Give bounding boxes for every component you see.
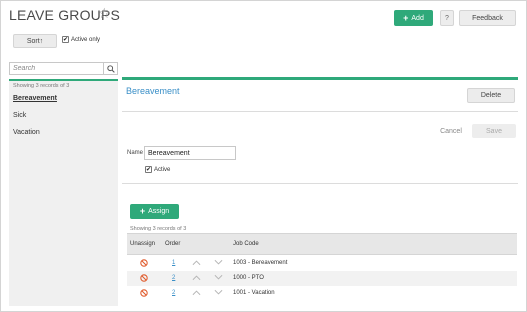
- cancel-button[interactable]: Cancel: [437, 124, 465, 138]
- active-checkbox[interactable]: ✔: [145, 166, 152, 173]
- chevron-down-icon[interactable]: [214, 274, 223, 281]
- table-header: Unassign Order Job Code: [127, 233, 517, 255]
- detail-accent-bar: [122, 77, 518, 80]
- chevron-up-icon[interactable]: [192, 259, 201, 266]
- search-input[interactable]: [10, 63, 104, 74]
- column-header-unassign: Unassign: [130, 241, 156, 247]
- assigned-records-count: Showing 3 records of 3: [130, 226, 187, 232]
- active-label: Active: [154, 166, 171, 173]
- search-icon[interactable]: [103, 63, 117, 74]
- active-only-checkbox[interactable]: ✔: [62, 36, 69, 43]
- help-button[interactable]: ?: [440, 10, 454, 26]
- assign-button-label: Assign: [148, 208, 170, 215]
- sort-button[interactable]: Sort↑: [13, 34, 57, 48]
- active-only-label: Active only: [71, 36, 101, 43]
- order-link[interactable]: 2: [172, 275, 175, 281]
- active-toggle[interactable]: ✔ Active: [145, 166, 170, 173]
- active-only-toggle[interactable]: ✔ Active only: [62, 36, 100, 43]
- column-header-order: Order: [165, 241, 181, 247]
- column-header-job-code: Job Code: [233, 241, 259, 247]
- ban-icon[interactable]: [140, 274, 148, 282]
- job-code-cell: 1001 - Vacation: [233, 290, 275, 296]
- list-item-sick[interactable]: Sick: [13, 112, 26, 119]
- table-row: 2 1001 - Vacation: [127, 286, 517, 301]
- plus-icon: +: [403, 12, 409, 23]
- ban-icon[interactable]: [140, 289, 148, 297]
- add-button[interactable]: + Add: [394, 10, 433, 26]
- records-count: Showing 3 records of 3: [13, 83, 70, 89]
- list-item-bereavement[interactable]: Bereavement: [13, 95, 57, 102]
- job-code-cell: 1000 - PTO: [233, 275, 264, 281]
- divider: [122, 111, 518, 112]
- name-field[interactable]: [144, 146, 236, 160]
- detail-title: Bereavement: [126, 86, 180, 96]
- list-item-vacation[interactable]: Vacation: [13, 129, 40, 136]
- delete-button[interactable]: Delete: [467, 88, 515, 103]
- feedback-button[interactable]: Feedback: [459, 10, 516, 26]
- order-link[interactable]: 1: [172, 260, 175, 266]
- divider: [122, 183, 518, 184]
- plus-icon: +: [139, 206, 146, 216]
- star-outline-icon[interactable]: ☆: [98, 6, 111, 20]
- table-row: 2 1000 - PTO: [127, 271, 517, 286]
- leave-group-list: Showing 3 records of 3 Bereavement Sick …: [9, 79, 118, 306]
- chevron-down-icon[interactable]: [214, 289, 223, 296]
- save-button[interactable]: Save: [472, 124, 516, 138]
- chevron-up-icon[interactable]: [192, 289, 201, 296]
- order-link[interactable]: 2: [172, 290, 175, 296]
- search-box: [9, 62, 118, 75]
- ban-icon[interactable]: [140, 259, 148, 267]
- table-row: 1 1003 - Bereavement: [127, 256, 517, 271]
- chevron-up-icon[interactable]: [192, 274, 201, 281]
- chevron-down-icon[interactable]: [214, 259, 223, 266]
- name-label: Name: [127, 150, 144, 156]
- job-code-cell: 1003 - Bereavement: [233, 260, 288, 266]
- add-button-label: Add: [411, 14, 424, 22]
- assign-button[interactable]: + Assign: [130, 204, 179, 219]
